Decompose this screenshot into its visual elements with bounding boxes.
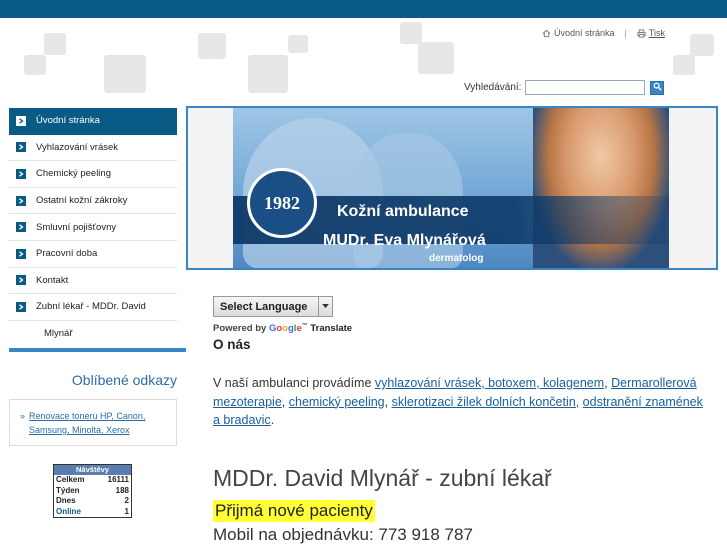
sidebar-item-insurance[interactable]: Smluvní pojišťovny bbox=[9, 214, 177, 241]
counter-value: 188 bbox=[115, 485, 129, 495]
print-icon bbox=[637, 28, 646, 38]
powered-by-google: Powered by Google™ Translate bbox=[213, 323, 352, 334]
home-link-label: Úvodní stránka bbox=[553, 28, 615, 38]
sidebar-item-dentist[interactable]: Zubní lékař - MDDr. David bbox=[9, 294, 177, 321]
counter-value: 1 bbox=[124, 506, 129, 516]
sidebar-item-peeling[interactable]: Chemický peeling bbox=[9, 161, 177, 188]
top-bar bbox=[0, 0, 727, 18]
counter-value: 16111 bbox=[107, 475, 129, 484]
chevron-right-icon bbox=[16, 115, 26, 126]
home-icon bbox=[542, 29, 551, 38]
home-link[interactable]: Úvodní stránka bbox=[542, 28, 615, 38]
sidebar-nav: Úvodní stránka Vyhlazování vrásek Chemic… bbox=[9, 108, 177, 347]
favorites-box: » Renovace toneru HP, Canon, Samsung, Mi… bbox=[9, 399, 177, 446]
sidebar-item-label: Vyhlazování vrásek bbox=[36, 141, 119, 153]
chevron-right-icon bbox=[16, 301, 26, 312]
main-content: O nás V naší ambulanci provádíme vyhlazo… bbox=[213, 337, 713, 545]
print-link-label: Tisk bbox=[648, 28, 665, 38]
sidebar-item-wrinkles[interactable]: Vyhlazování vrásek bbox=[9, 135, 177, 162]
sidebar-item-label: Zubní lékař - MDDr. David bbox=[36, 301, 146, 313]
link-wrinkle-smoothing[interactable]: vyhlazování vrásek, botoxem, kolagenem bbox=[375, 376, 604, 390]
counter-label: Týden bbox=[56, 485, 80, 495]
clinic-logo: 1982 bbox=[247, 168, 317, 238]
double-chevron-right-icon: » bbox=[20, 411, 26, 421]
about-heading: O nás bbox=[213, 337, 251, 352]
translate-label: Translate bbox=[310, 323, 353, 335]
mobile-contact: Mobil na objednávku: 773 918 787 bbox=[213, 524, 473, 544]
sidebar-item-label: Ostatní kožní zákroky bbox=[36, 195, 128, 207]
doctor-photo bbox=[533, 108, 669, 268]
select-language-label: Select Language bbox=[220, 300, 308, 313]
search-bar: Vyhledávání: bbox=[464, 80, 665, 95]
visit-counter-title: Návštěvy bbox=[54, 465, 131, 475]
sidebar-item-hours[interactable]: Pracovní doba bbox=[9, 241, 177, 268]
search-icon bbox=[653, 82, 662, 94]
chevron-right-icon bbox=[16, 248, 26, 259]
sidebar-item-label: Úvodní stránka bbox=[36, 115, 100, 127]
chevron-right-icon bbox=[16, 195, 26, 206]
search-button[interactable] bbox=[650, 80, 665, 95]
sidebar-item-contact[interactable]: Kontakt bbox=[9, 268, 177, 295]
link-chemical-peeling[interactable]: chemický peeling bbox=[289, 395, 385, 409]
visit-counter[interactable]: Návštěvy Celkem 16111 Týden 188 Dnes 2 O… bbox=[53, 464, 132, 518]
counter-value: 2 bbox=[124, 496, 129, 505]
clinic-logo-year: 1982 bbox=[264, 192, 300, 213]
chevron-right-icon bbox=[16, 142, 26, 153]
intro-paragraph: V naší ambulanci provádíme vyhlazování v… bbox=[213, 376, 703, 427]
sidebar-item-label: Chemický peeling bbox=[36, 168, 111, 180]
google-translate: Select Language Powered by Google™ Trans… bbox=[213, 296, 352, 334]
banner-subtitle: dermatolog bbox=[429, 253, 484, 264]
search-label: Vyhledávání: bbox=[464, 82, 522, 93]
powered-by-label: Powered by bbox=[213, 323, 267, 335]
select-language-dropdown[interactable]: Select Language bbox=[213, 296, 333, 317]
caret-down-icon bbox=[318, 297, 332, 316]
sidebar-item-dentist-continued[interactable]: Mlynář bbox=[9, 321, 177, 347]
sidebar-divider bbox=[9, 348, 186, 352]
search-input[interactable] bbox=[525, 80, 646, 95]
counter-row-online: Online 1 bbox=[54, 507, 131, 518]
counter-label: Dnes bbox=[56, 496, 76, 505]
sidebar-item-label: Kontakt bbox=[36, 274, 69, 286]
header-banner: 1982 Kožní ambulance MUDr. Eva Mlynářová… bbox=[233, 108, 669, 268]
banner-doctor-name: MUDr. Eva Mlynářová bbox=[323, 232, 486, 249]
accepting-patients-highlight: Přijmá nové pacienty bbox=[213, 499, 375, 522]
favorites-link-toner[interactable]: Renovace toneru HP, Canon, Samsung, Mino… bbox=[29, 409, 172, 445]
counter-row-total: Celkem 16111 bbox=[54, 475, 131, 486]
chevron-right-icon bbox=[16, 275, 26, 286]
counter-label: Celkem bbox=[56, 475, 85, 484]
chevron-right-icon bbox=[16, 168, 26, 179]
favorites-title: Oblíbené odkazy bbox=[71, 372, 177, 388]
top-links: Úvodní stránka | Tisk bbox=[542, 28, 665, 38]
link-sclerotherapy[interactable]: sklerotizaci žilek dolních končetin, bbox=[392, 395, 580, 409]
sidebar-item-home[interactable]: Úvodní stránka bbox=[9, 108, 177, 135]
chevron-right-icon bbox=[16, 222, 26, 233]
counter-row-week: Týden 188 bbox=[54, 486, 131, 497]
sidebar-item-label: Smluvní pojišťovny bbox=[36, 221, 117, 233]
print-link[interactable]: Tisk bbox=[637, 28, 665, 38]
dentist-heading: MDDr. David Mlynář - zubní lékař bbox=[213, 464, 552, 491]
counter-label: Online bbox=[56, 506, 81, 516]
banner-title: Kožní ambulance bbox=[337, 203, 469, 220]
google-logo[interactable]: Google™ bbox=[269, 323, 308, 334]
counter-row-today: Dnes 2 bbox=[54, 496, 131, 507]
sidebar-item-other-procedures[interactable]: Ostatní kožní zákroky bbox=[9, 188, 177, 215]
top-links-separator: | bbox=[624, 28, 627, 38]
sidebar-item-label: Pracovní doba bbox=[36, 248, 98, 260]
